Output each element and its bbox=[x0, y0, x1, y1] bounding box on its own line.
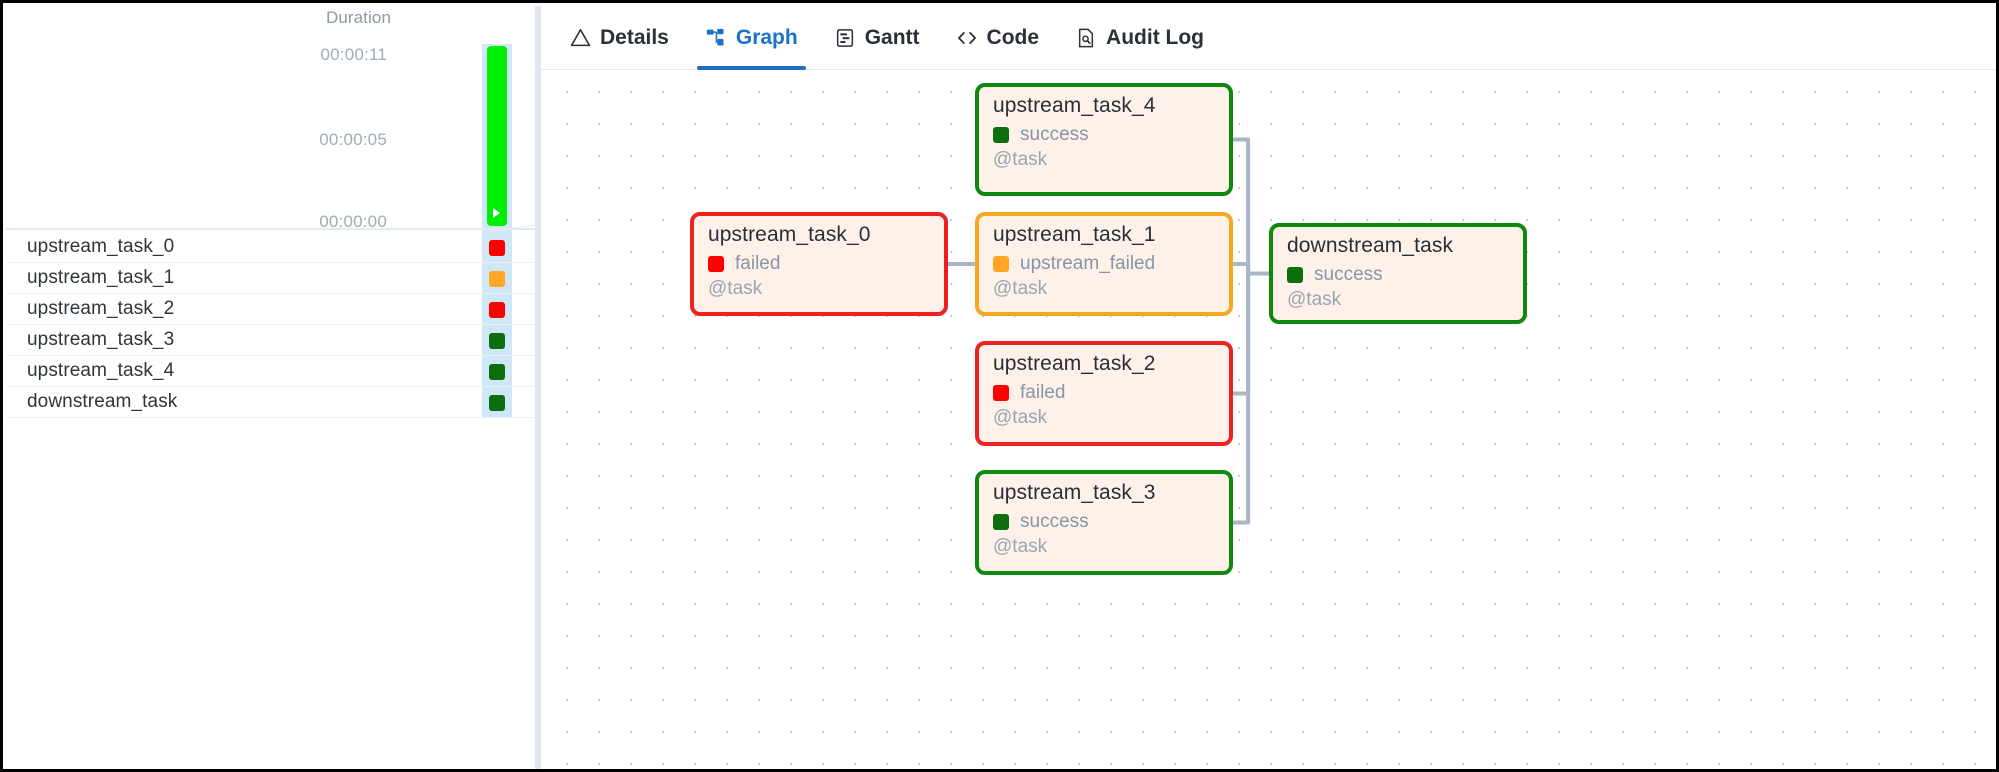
tab-label: Code bbox=[986, 25, 1040, 49]
node-type-label: @task bbox=[993, 278, 1048, 299]
task-row-label: upstream_task_2 bbox=[27, 298, 175, 319]
node-type-label: @task bbox=[1287, 289, 1342, 310]
status-swatch bbox=[993, 127, 1009, 143]
table-row[interactable]: upstream_task_2 bbox=[6, 294, 535, 325]
tab-audit-log[interactable]: Audit Log bbox=[1057, 6, 1222, 70]
status-badge bbox=[489, 240, 505, 256]
task-row-label: upstream_task_3 bbox=[27, 329, 175, 350]
node-status-label: failed bbox=[735, 253, 781, 274]
table-row[interactable]: upstream_task_3 bbox=[6, 325, 535, 356]
node-status: success bbox=[993, 124, 1089, 146]
node-title: upstream_task_1 bbox=[993, 223, 1156, 246]
duration-chart-title: Duration bbox=[325, 8, 391, 27]
node-status: failed bbox=[993, 382, 1065, 404]
status-badge bbox=[489, 271, 505, 287]
duration-axis-tick-top: 00:00:11 bbox=[320, 45, 387, 64]
status-swatch bbox=[993, 514, 1009, 530]
node-status-label: success bbox=[1020, 511, 1089, 532]
node-status-label: success bbox=[1314, 264, 1383, 285]
status-swatch bbox=[708, 256, 724, 272]
node-graph-icon bbox=[705, 27, 727, 49]
graph-node-upstream_task_3[interactable]: upstream_task_3success @task bbox=[975, 470, 1233, 575]
task-instance-rows: upstream_task_0 upstream_task_1 upstream_t… bbox=[6, 232, 535, 418]
node-title: upstream_task_0 bbox=[708, 223, 871, 246]
task-row-label: downstream_task bbox=[27, 391, 178, 412]
gantt-document-icon bbox=[834, 27, 856, 49]
task-instance-cell[interactable] bbox=[482, 232, 512, 262]
node-status-label: success bbox=[1020, 124, 1089, 145]
tab-label: Audit Log bbox=[1106, 25, 1205, 49]
tab-label: Graph bbox=[735, 25, 798, 49]
dag-graph-screen: Duration 00:00:11 00:00:05 00:00:00 upst… bbox=[0, 0, 1999, 772]
task-row-label: upstream_task_4 bbox=[27, 360, 175, 381]
dag-runs-grid-panel: Duration 00:00:11 00:00:05 00:00:00 upst… bbox=[6, 6, 535, 769]
node-status-label: upstream_failed bbox=[1020, 253, 1156, 274]
play-icon bbox=[493, 208, 500, 218]
node-status: failed bbox=[708, 253, 780, 275]
task-row-label: upstream_task_0 bbox=[27, 236, 175, 257]
task-instance-cell[interactable] bbox=[482, 387, 512, 417]
dag-graph-canvas[interactable]: upstream_task_4 success @task upstream_task… bbox=[541, 71, 1996, 769]
chart-baseline-divider bbox=[6, 228, 535, 230]
detail-tab-bar: Details Graph Gantt Code Audit Log bbox=[541, 6, 1996, 70]
graph-node-upstream_task_4[interactable]: upstream_task_4success @task bbox=[975, 83, 1233, 196]
duration-axis-tick-mid: 00:00:05 bbox=[319, 130, 387, 149]
graph-node-downstream_task[interactable]: downstream_tasksuccess @task bbox=[1269, 223, 1527, 324]
node-status-label: failed bbox=[1020, 382, 1066, 403]
tab-gantt[interactable]: Gantt bbox=[816, 6, 938, 70]
graph-edge-upstream_task_3-to-downstream_task bbox=[1233, 271, 1269, 525]
table-row[interactable]: upstream_task_0 bbox=[6, 232, 535, 263]
status-swatch bbox=[993, 256, 1009, 272]
task-instance-cell[interactable] bbox=[482, 294, 512, 324]
node-title: upstream_task_3 bbox=[993, 481, 1156, 504]
node-type-label: @task bbox=[993, 407, 1048, 428]
duration-chart: Duration 00:00:11 00:00:05 00:00:00 bbox=[6, 6, 535, 417]
status-badge bbox=[489, 395, 505, 411]
table-row[interactable]: downstream_task bbox=[6, 387, 535, 418]
audit-log-icon bbox=[1075, 27, 1097, 49]
table-row[interactable]: upstream_task_1 bbox=[6, 263, 535, 294]
graph-node-upstream_task_2[interactable]: upstream_task_2failed @task bbox=[975, 341, 1233, 446]
node-type-label: @task bbox=[708, 278, 763, 299]
task-detail-panel: Details Graph Gantt Code Audit Log upstream_… bbox=[541, 6, 1996, 769]
dag-run-duration-bar[interactable] bbox=[487, 46, 507, 226]
node-status: success bbox=[993, 511, 1089, 533]
task-instance-cell[interactable] bbox=[482, 325, 512, 355]
table-row[interactable]: upstream_task_4 bbox=[6, 356, 535, 387]
tab-label: Gantt bbox=[864, 25, 920, 49]
status-badge bbox=[489, 302, 505, 318]
code-brackets-icon bbox=[956, 27, 978, 49]
graph-node-upstream_task_0[interactable]: upstream_task_0failed @task bbox=[690, 212, 948, 316]
task-row-label: upstream_task_1 bbox=[27, 267, 175, 288]
status-swatch bbox=[1287, 267, 1303, 283]
tab-details[interactable]: Details bbox=[551, 6, 687, 70]
graph-edge-upstream_task_2-to-downstream_task bbox=[1233, 271, 1269, 396]
graph-edge-layer bbox=[948, 137, 1269, 525]
node-title: upstream_task_4 bbox=[993, 94, 1156, 117]
task-instance-cell[interactable] bbox=[482, 356, 512, 386]
node-type-label: @task bbox=[993, 536, 1048, 557]
node-status: upstream_failed bbox=[993, 253, 1155, 275]
tab-code[interactable]: Code bbox=[938, 6, 1058, 70]
tab-label: Details bbox=[600, 25, 669, 49]
node-title: upstream_task_2 bbox=[993, 352, 1156, 375]
chart-baseline-notch bbox=[482, 224, 535, 232]
task-instance-cell[interactable] bbox=[482, 263, 512, 293]
tab-graph[interactable]: Graph bbox=[687, 6, 816, 70]
node-type-label: @task bbox=[993, 149, 1048, 170]
status-badge bbox=[489, 364, 505, 380]
status-badge bbox=[489, 333, 505, 349]
node-status: success bbox=[1287, 264, 1383, 286]
graph-node-upstream_task_1[interactable]: upstream_task_1 upstream_failed @task bbox=[975, 212, 1233, 316]
graph-edge-upstream_task_4-to-downstream_task bbox=[1233, 137, 1269, 276]
node-title: downstream_task bbox=[1287, 234, 1454, 257]
status-swatch bbox=[993, 385, 1009, 401]
warning-triangle-icon bbox=[569, 27, 591, 49]
